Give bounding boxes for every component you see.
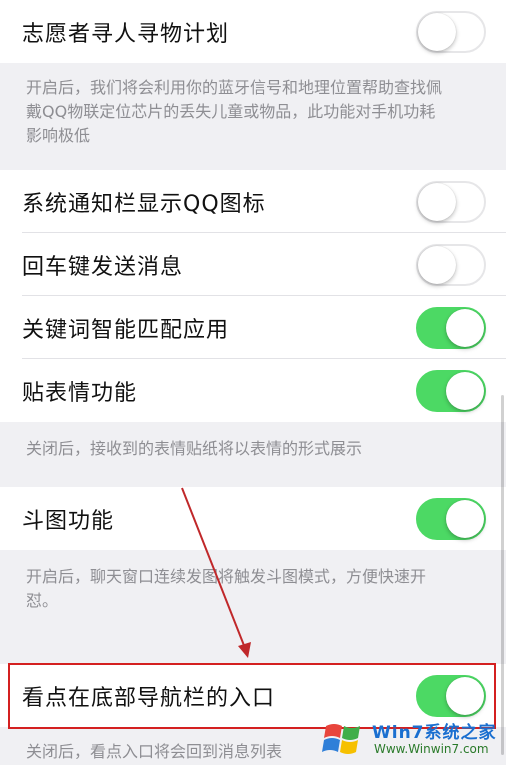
toggle-knob (418, 245, 456, 284)
setting-label: 系统通知栏显示QQ图标 (22, 191, 266, 217)
setting-label: 贴表情功能 (22, 380, 138, 406)
toggle-knob (418, 182, 456, 221)
toggle-notification-icon[interactable] (416, 180, 486, 223)
setting-label: 关键词智能匹配应用 (22, 317, 230, 343)
toggle-doutu[interactable] (416, 497, 486, 540)
setting-label: 斗图功能 (22, 508, 115, 534)
toggle-knob (446, 499, 484, 538)
sticker-description: 关闭后，接收到的表情贴纸将以表情的形式展示 (26, 439, 363, 458)
toggle-volunteer[interactable] (416, 10, 486, 53)
toggle-enter-send[interactable] (416, 243, 486, 286)
setting-row-volunteer[interactable]: 志愿者寻人寻物计划 (0, 0, 506, 63)
toggle-sticker[interactable] (416, 369, 486, 412)
toggle-keyword-match[interactable] (416, 306, 486, 349)
toggle-knob (418, 12, 456, 51)
volunteer-description: 开启后，我们将会利用你的蓝牙信号和地理位置帮助查找佩戴QQ物联定位芯片的丢失儿童… (26, 78, 443, 145)
toggle-knob (446, 676, 484, 715)
scrollbar[interactable] (501, 395, 504, 755)
setting-row-sticker[interactable]: 贴表情功能 (0, 359, 506, 422)
toggle-kandian-entry[interactable] (416, 674, 486, 717)
setting-label: 回车键发送消息 (22, 254, 184, 280)
watermark: Win7系统之家 Www.Winwin7.com (320, 716, 506, 765)
watermark-url: Www.Winwin7.com (374, 742, 489, 756)
watermark-title: Win7系统之家 (372, 723, 497, 743)
doutu-description: 开启后，聊天窗口连续发图将触发斗图模式，方便快速开怼。 (26, 567, 427, 610)
setting-row-enter-send[interactable]: 回车键发送消息 (0, 233, 506, 296)
setting-label: 志愿者寻人寻物计划 (22, 21, 230, 47)
setting-row-notification-icon[interactable]: 系统通知栏显示QQ图标 (0, 170, 506, 233)
toggle-knob (446, 371, 484, 410)
toggle-knob (446, 308, 484, 347)
windows-logo-icon (322, 724, 360, 754)
setting-row-keyword-match[interactable]: 关键词智能匹配应用 (0, 296, 506, 359)
setting-label: 看点在底部导航栏的入口 (22, 685, 276, 711)
setting-row-doutu[interactable]: 斗图功能 (0, 487, 506, 550)
